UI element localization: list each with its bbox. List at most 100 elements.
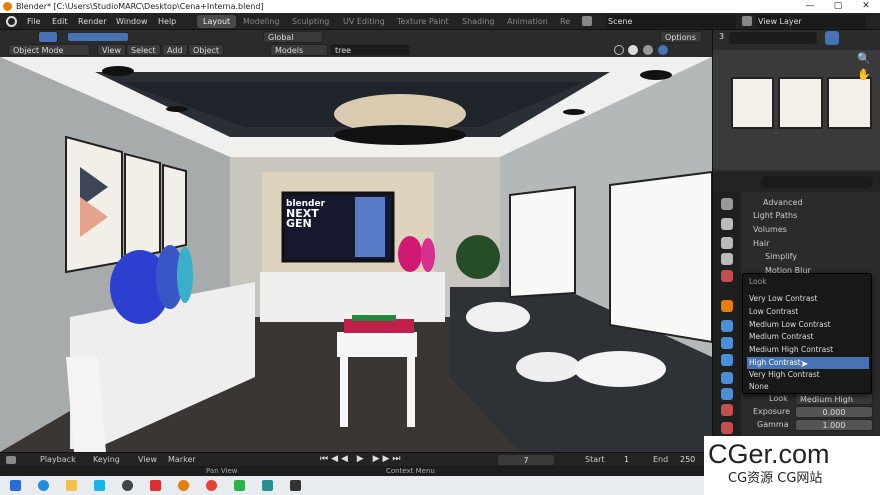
- timeline-view-menu[interactable]: View: [138, 455, 157, 464]
- end-frame-field[interactable]: 250: [680, 455, 695, 464]
- particles-tab-icon[interactable]: [721, 337, 733, 349]
- hand-pan-icon[interactable]: ✋: [857, 68, 871, 81]
- viewport-header: Global Object Mode View Select Add Objec…: [0, 30, 712, 57]
- object-menu[interactable]: Object: [188, 44, 225, 56]
- look-low-contrast[interactable]: Low Contrast: [747, 306, 869, 318]
- end-label: End: [653, 455, 669, 464]
- menu-file[interactable]: File: [27, 15, 40, 28]
- look-none[interactable]: None: [747, 381, 869, 393]
- orientation-dropdown[interactable]: Global: [263, 31, 323, 43]
- current-frame-field[interactable]: 7: [497, 454, 555, 466]
- look-dropdown-button[interactable]: Medium High C...: [795, 393, 873, 416]
- render-tab-icon[interactable]: [721, 218, 733, 230]
- zoom-icon[interactable]: 🔍: [857, 52, 871, 65]
- app-icon-red[interactable]: [150, 480, 161, 491]
- view-layer-tab-icon[interactable]: [721, 253, 733, 265]
- look-very-high-contrast[interactable]: Very High Contrast: [747, 369, 869, 381]
- properties-tabs: [713, 192, 741, 452]
- panel-hair[interactable]: Hair: [753, 237, 769, 250]
- search-input[interactable]: tree: [330, 44, 410, 56]
- 3d-viewport[interactable]: blender NEXT GEN: [0, 57, 712, 452]
- marker-menu[interactable]: Marker: [168, 455, 196, 464]
- filter-icon[interactable]: [825, 31, 839, 45]
- view-menu[interactable]: View: [97, 44, 126, 56]
- maximize-button[interactable]: ▢: [824, 0, 852, 13]
- tab-texture-paint[interactable]: Texture Paint: [391, 15, 455, 28]
- status-context-menu: Context Menu: [386, 467, 435, 475]
- tab-animation[interactable]: Animation: [501, 15, 554, 28]
- panel-advanced[interactable]: Advanced: [763, 196, 803, 209]
- image-preview-area[interactable]: 🔍 ✋: [713, 50, 880, 170]
- playback-controls[interactable]: ⏮◀◀ ▶ ▶▶⏭: [320, 454, 404, 464]
- scene-icon: [582, 16, 592, 26]
- panel-light-paths[interactable]: Light Paths: [753, 209, 797, 222]
- windows-start-icon[interactable]: [10, 480, 21, 491]
- app-icon-dark[interactable]: [290, 480, 301, 491]
- obs-icon[interactable]: [122, 480, 133, 491]
- panel-simplify[interactable]: Simplify: [765, 250, 797, 263]
- look-medium-contrast[interactable]: Medium Contrast: [747, 331, 869, 343]
- tab-uv-editing[interactable]: UV Editing: [337, 15, 391, 28]
- app-icon-teal[interactable]: [262, 480, 273, 491]
- rendered-shading-icon[interactable]: [658, 45, 668, 55]
- select-mode-icons[interactable]: [68, 33, 128, 41]
- tool-tab-icon[interactable]: [721, 198, 733, 210]
- close-button[interactable]: ✕: [852, 0, 880, 13]
- look-medium-high-contrast[interactable]: Medium High Contrast: [747, 344, 869, 356]
- wireframe-shading-icon[interactable]: [614, 45, 624, 55]
- edge-icon[interactable]: [38, 480, 49, 491]
- physics-tab-icon[interactable]: [721, 354, 733, 366]
- material-tab-icon[interactable]: [721, 404, 733, 416]
- tab-shading[interactable]: Shading: [456, 15, 501, 28]
- app-icon-green[interactable]: [234, 480, 245, 491]
- select-menu[interactable]: Select: [126, 44, 161, 56]
- look-label: Look: [769, 394, 788, 403]
- look-very-low-contrast[interactable]: Very Low Contrast: [747, 293, 869, 305]
- tab-sculpting[interactable]: Sculpting: [286, 15, 335, 28]
- menu-edit[interactable]: Edit: [52, 15, 68, 28]
- poster-thumb-3: [827, 77, 872, 129]
- tab-layout[interactable]: Layout: [197, 15, 237, 28]
- options-button[interactable]: Options: [660, 31, 702, 43]
- poster-thumb-2: [778, 77, 823, 129]
- output-tab-icon[interactable]: [721, 237, 733, 249]
- constraints-tab-icon[interactable]: [721, 372, 733, 384]
- object-tab-icon[interactable]: [721, 300, 733, 312]
- menu-help[interactable]: Help: [158, 15, 176, 28]
- tab-modeling[interactable]: Modeling: [237, 15, 285, 28]
- gamma-field[interactable]: 1.000: [795, 419, 873, 431]
- mode-dropdown[interactable]: Object Mode: [8, 44, 90, 56]
- solid-shading-icon[interactable]: [628, 45, 638, 55]
- scene-tab-icon[interactable]: [721, 270, 733, 282]
- collection-dropdown[interactable]: Models: [270, 44, 328, 56]
- poster-thumb-1: [731, 77, 774, 129]
- start-frame-field[interactable]: 1: [624, 455, 629, 464]
- chrome-icon[interactable]: [206, 480, 217, 491]
- store-icon[interactable]: [94, 480, 105, 491]
- dropdown-title: Look: [749, 277, 767, 286]
- modifier-tab-icon[interactable]: [721, 320, 733, 332]
- add-menu[interactable]: Add: [162, 44, 188, 56]
- panel-volumes[interactable]: Volumes: [753, 223, 787, 236]
- outliner-filter-input[interactable]: [729, 32, 817, 44]
- minimize-button[interactable]: —: [796, 0, 824, 13]
- material-shading-icon[interactable]: [643, 45, 653, 55]
- exposure-field[interactable]: 0.000: [795, 406, 873, 418]
- tab-rendering[interactable]: Re: [554, 15, 576, 28]
- texture-tab-icon[interactable]: [721, 422, 733, 434]
- scene-selector[interactable]: Scene: [606, 15, 736, 28]
- view-layer-selector[interactable]: View Layer: [756, 15, 866, 28]
- blender-taskbar-icon[interactable]: [178, 480, 189, 491]
- data-tab-icon[interactable]: [721, 388, 733, 400]
- menu-window[interactable]: Window: [116, 15, 148, 28]
- menu-render[interactable]: Render: [78, 15, 106, 28]
- playback-menu[interactable]: Playback: [40, 455, 76, 464]
- keying-menu[interactable]: Keying: [93, 455, 120, 464]
- properties-search-input[interactable]: [761, 176, 873, 188]
- select-tool-button[interactable]: [38, 31, 58, 43]
- timeline-editor-icon[interactable]: [6, 456, 16, 464]
- look-medium-low-contrast[interactable]: Medium Low Contrast: [747, 319, 869, 331]
- blender-menu-icon[interactable]: [6, 16, 17, 27]
- window-title: Blender* [C:\Users\StudioMARC\Desktop\Ce…: [16, 2, 264, 11]
- file-explorer-icon[interactable]: [66, 480, 77, 491]
